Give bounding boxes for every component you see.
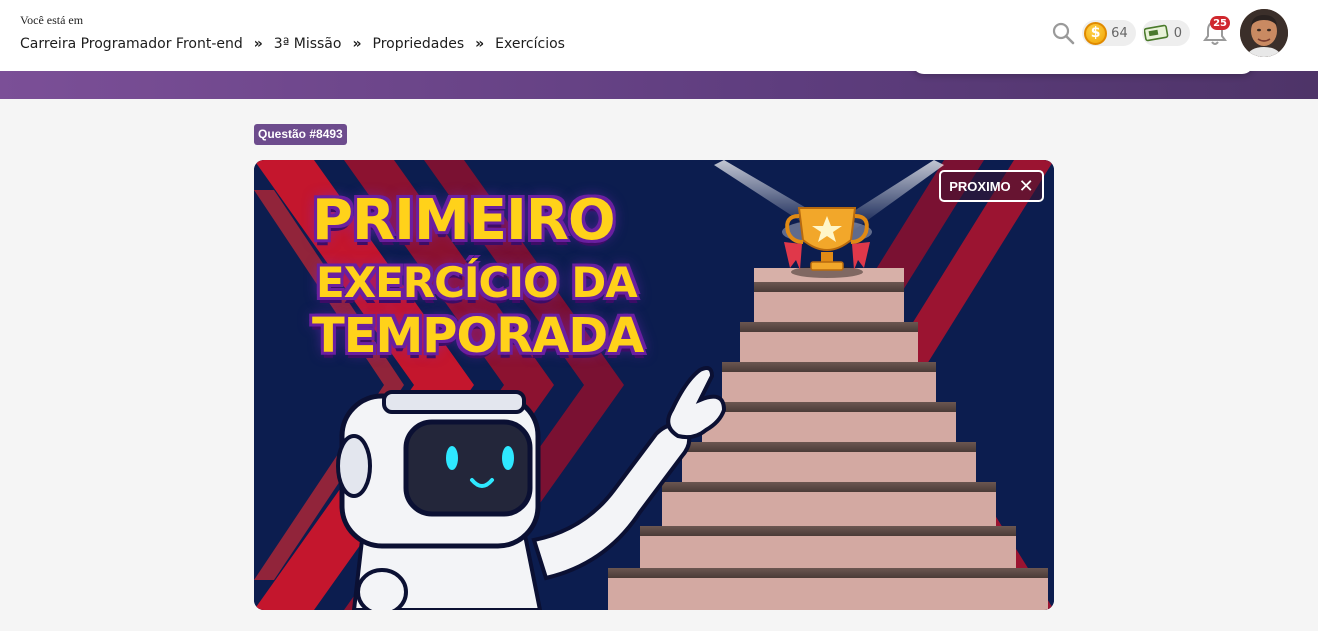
breadcrumb-separator: » [475,36,485,52]
tickets-value: 0 [1173,25,1182,41]
coins-value: 64 [1111,25,1128,41]
season-banner: PRIMEIRO EXERCÍCIO DA TEMPORADA PROXIMO … [254,160,1054,610]
breadcrumb: Carreira Programador Front-end » 3ª Miss… [20,36,565,52]
coin-icon: $ [1084,21,1108,45]
top-header: Você está em Carreira Programador Front-… [0,0,1318,71]
banner-title-line-1: PRIMEIRO [312,188,616,253]
breadcrumb-career[interactable]: Carreira Programador Front-end [20,36,243,52]
user-avatar[interactable] [1240,9,1288,57]
close-icon: ✕ [1018,176,1034,196]
banner-title-line-3: TEMPORADA [312,308,644,364]
ticket-icon [1143,24,1170,42]
question-badge: Questão #8493 [254,124,347,145]
breadcrumb-mission[interactable]: 3ª Missão [274,36,342,52]
banner-title: PRIMEIRO EXERCÍCIO DA TEMPORADA [254,160,734,380]
breadcrumb-properties[interactable]: Propriedades [373,36,465,52]
coins-counter[interactable]: $ 64 [1082,20,1136,46]
next-button[interactable]: PROXIMO ✕ [939,170,1044,202]
notifications-button[interactable]: 25 [1200,16,1230,48]
breadcrumb-separator: » [352,36,362,52]
notifications-badge: 25 [1210,16,1230,30]
header-band [0,71,1318,99]
header-actions: $ 64 0 25 [1050,9,1288,57]
banner-title-line-2: EXERCÍCIO DA [316,258,638,307]
search-icon[interactable] [1050,20,1076,46]
breadcrumb-exercises[interactable]: Exercícios [495,36,565,52]
next-button-label: PROXIMO [949,178,1011,194]
tickets-counter[interactable]: 0 [1141,20,1190,46]
location-label: Você está em [20,13,84,27]
breadcrumb-separator: » [253,36,263,52]
